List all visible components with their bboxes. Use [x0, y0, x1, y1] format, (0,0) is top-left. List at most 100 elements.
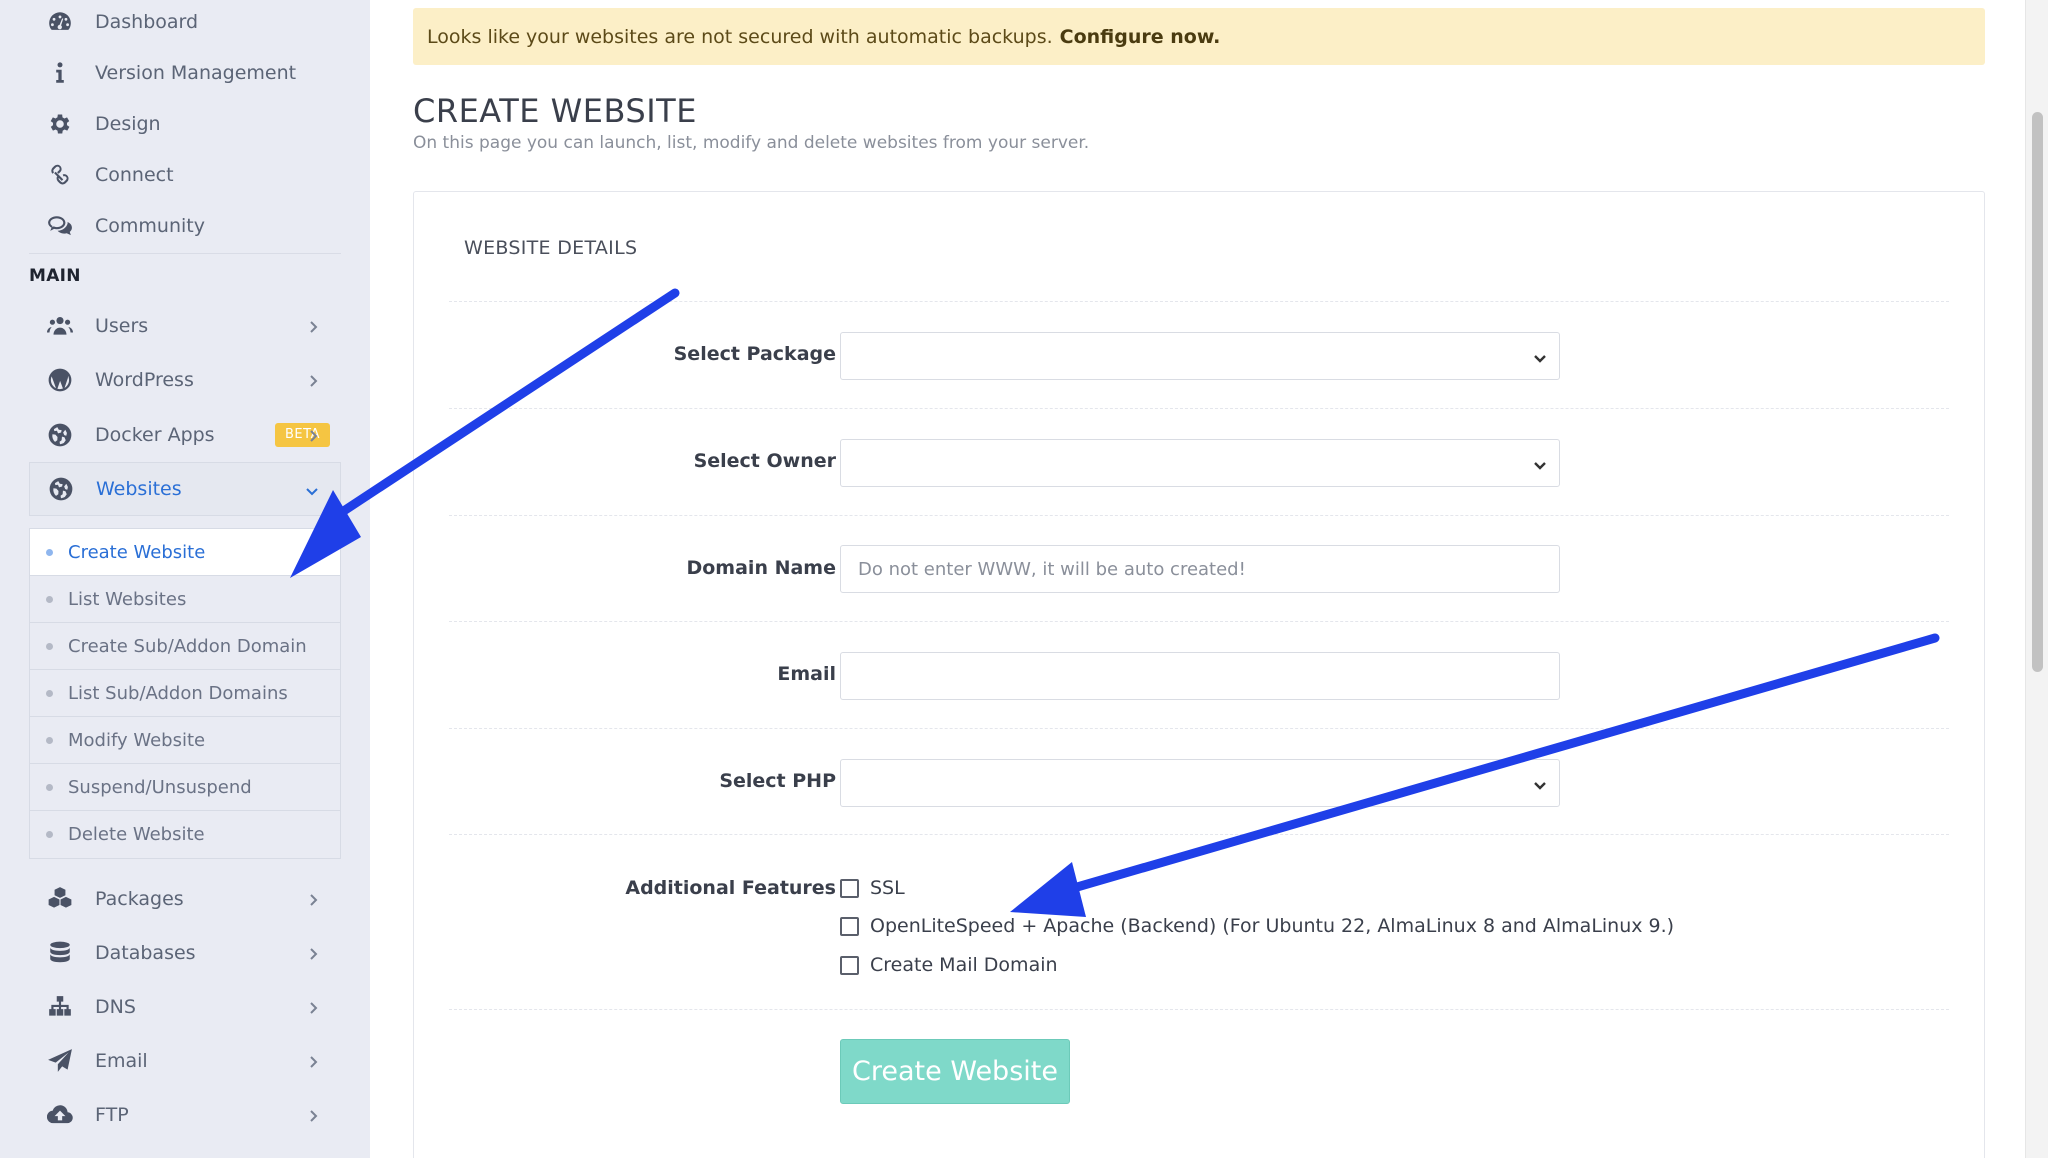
- alert-text: Looks like your websites are not secured…: [427, 25, 1053, 48]
- paper-plane-icon: [43, 1044, 77, 1078]
- sidebar-divider: [29, 253, 341, 254]
- scrollbar-thumb[interactable]: [2032, 112, 2043, 672]
- create-mail-domain-option[interactable]: Create Mail Domain: [840, 954, 1058, 976]
- divider: [449, 834, 1949, 835]
- submenu-item-label: List Sub/Addon Domains: [68, 682, 288, 704]
- divider: [449, 621, 1949, 622]
- sidebar: Dashboard Version Management Design Conn…: [0, 0, 370, 1158]
- sidebar-item-label: Packages: [95, 888, 184, 910]
- php-label: Select PHP: [719, 770, 836, 792]
- create-website-button[interactable]: Create Website: [840, 1039, 1070, 1104]
- submenu-item-label: Create Website: [68, 541, 206, 563]
- globe-icon: [44, 472, 78, 506]
- sitemap-icon: [43, 990, 77, 1024]
- checkbox-label: Create Mail Domain: [870, 954, 1058, 976]
- cubes-icon: [43, 882, 77, 916]
- chevron-down-icon: [304, 482, 320, 498]
- sidebar-item-label: Community: [95, 215, 205, 237]
- sidebar-item-dns[interactable]: DNS: [29, 980, 341, 1034]
- submenu-item-delete-website[interactable]: Delete Website: [30, 811, 340, 858]
- bullet-icon: [46, 689, 53, 697]
- bullet-icon: [46, 642, 53, 650]
- sidebar-item-dashboard[interactable]: Dashboard: [29, 0, 341, 49]
- sidebar-item-version-management[interactable]: Version Management: [29, 46, 341, 100]
- create-mail-domain-checkbox[interactable]: [840, 955, 859, 975]
- sidebar-item-community[interactable]: Community: [29, 199, 341, 253]
- openlitespeed-apache-checkbox[interactable]: [840, 916, 859, 936]
- link-icon: [43, 158, 77, 192]
- email-input[interactable]: [840, 652, 1560, 700]
- chevron-right-icon: [305, 318, 321, 334]
- ssl-checkbox[interactable]: [840, 878, 859, 898]
- checkbox-label: OpenLiteSpeed + Apache (Backend) (For Ub…: [870, 915, 1675, 937]
- sidebar-item-label: FTP: [95, 1104, 129, 1126]
- sidebar-item-design[interactable]: Design: [29, 97, 341, 151]
- sidebar-item-label: Email: [95, 1050, 148, 1072]
- sidebar-item-wordpress[interactable]: WordPress: [29, 353, 341, 407]
- sidebar-item-label: Users: [95, 315, 149, 337]
- submenu-item-create-sub-addon-domain[interactable]: Create Sub/Addon Domain: [30, 623, 340, 670]
- docker-icon: [43, 418, 77, 452]
- configure-now-link[interactable]: Configure now.: [1060, 26, 1221, 48]
- submenu-item-list-sub-addon-domains[interactable]: List Sub/Addon Domains: [30, 670, 340, 717]
- additional-features-label: Additional Features: [625, 877, 836, 899]
- ssl-option[interactable]: SSL: [840, 877, 905, 899]
- sidebar-item-databases[interactable]: Databases: [29, 926, 341, 980]
- divider: [449, 408, 1949, 409]
- checkbox-label: SSL: [870, 877, 905, 899]
- domain-label: Domain Name: [686, 557, 836, 579]
- bullet-icon: [46, 595, 53, 603]
- submenu-item-label: List Websites: [68, 588, 187, 610]
- sidebar-item-users[interactable]: Users: [29, 299, 341, 353]
- page-title: CREATE WEBSITE: [413, 92, 697, 130]
- domain-name-input[interactable]: Do not enter WWW, it will be auto create…: [840, 545, 1560, 593]
- owner-select[interactable]: [840, 439, 1560, 487]
- divider: [449, 1009, 1949, 1010]
- bullet-icon: [46, 783, 53, 791]
- submenu-item-label: Modify Website: [68, 729, 206, 751]
- beta-badge: BETA: [275, 423, 330, 447]
- openlitespeed-apache-option[interactable]: OpenLiteSpeed + Apache (Backend) (For Ub…: [840, 915, 1674, 937]
- submenu-item-suspend-unsuspend[interactable]: Suspend/Unsuspend: [30, 764, 340, 811]
- submenu-item-create-website[interactable]: Create Website: [30, 529, 340, 576]
- sidebar-item-label: Docker Apps: [95, 424, 215, 446]
- php-select[interactable]: [840, 759, 1560, 807]
- sidebar-item-docker-apps[interactable]: Docker Apps BETA: [29, 408, 341, 462]
- info-icon: [43, 56, 77, 90]
- website-details-card: WEBSITE DETAILS Select Package Select Ow…: [413, 191, 1985, 1158]
- package-label: Select Package: [673, 343, 836, 365]
- submenu-item-modify-website[interactable]: Modify Website: [30, 717, 340, 764]
- sidebar-section-label: MAIN: [29, 266, 81, 286]
- sidebar-item-email[interactable]: Email: [29, 1034, 341, 1088]
- divider: [449, 515, 1949, 516]
- chevron-down-icon: [1533, 776, 1547, 790]
- sidebar-item-label: Connect: [95, 164, 174, 186]
- card-title: WEBSITE DETAILS: [464, 237, 638, 259]
- chevron-right-icon: [305, 945, 321, 961]
- owner-label: Select Owner: [693, 450, 836, 472]
- chevron-right-icon: [305, 891, 321, 907]
- chevron-down-icon: [1533, 349, 1547, 363]
- page-subtitle: On this page you can launch, list, modif…: [413, 133, 1090, 153]
- chevron-right-icon: [305, 372, 321, 388]
- backup-warning-alert: Looks like your websites are not secured…: [413, 8, 1985, 65]
- sidebar-item-label: DNS: [95, 996, 136, 1018]
- chevron-right-icon: [305, 1053, 321, 1069]
- gear-icon: [43, 107, 77, 141]
- sidebar-item-label: Websites: [96, 478, 182, 500]
- cloud-upload-icon: [43, 1098, 77, 1132]
- submenu-item-label: Create Sub/Addon Domain: [68, 635, 307, 657]
- sidebar-item-connect[interactable]: Connect: [29, 148, 341, 202]
- sidebar-item-websites[interactable]: Websites: [29, 462, 341, 516]
- package-select[interactable]: [840, 332, 1560, 380]
- divider: [449, 301, 1949, 302]
- domain-placeholder: Do not enter WWW, it will be auto create…: [858, 558, 1246, 580]
- sidebar-item-label: Design: [95, 113, 161, 135]
- chevron-right-icon: [305, 1107, 321, 1123]
- chevron-right-icon: [305, 999, 321, 1015]
- sidebar-item-packages[interactable]: Packages: [29, 872, 341, 926]
- dashboard-icon: [43, 5, 77, 39]
- sidebar-item-ftp[interactable]: FTP: [29, 1088, 341, 1142]
- bullet-icon: [46, 736, 53, 744]
- submenu-item-list-websites[interactable]: List Websites: [30, 576, 340, 623]
